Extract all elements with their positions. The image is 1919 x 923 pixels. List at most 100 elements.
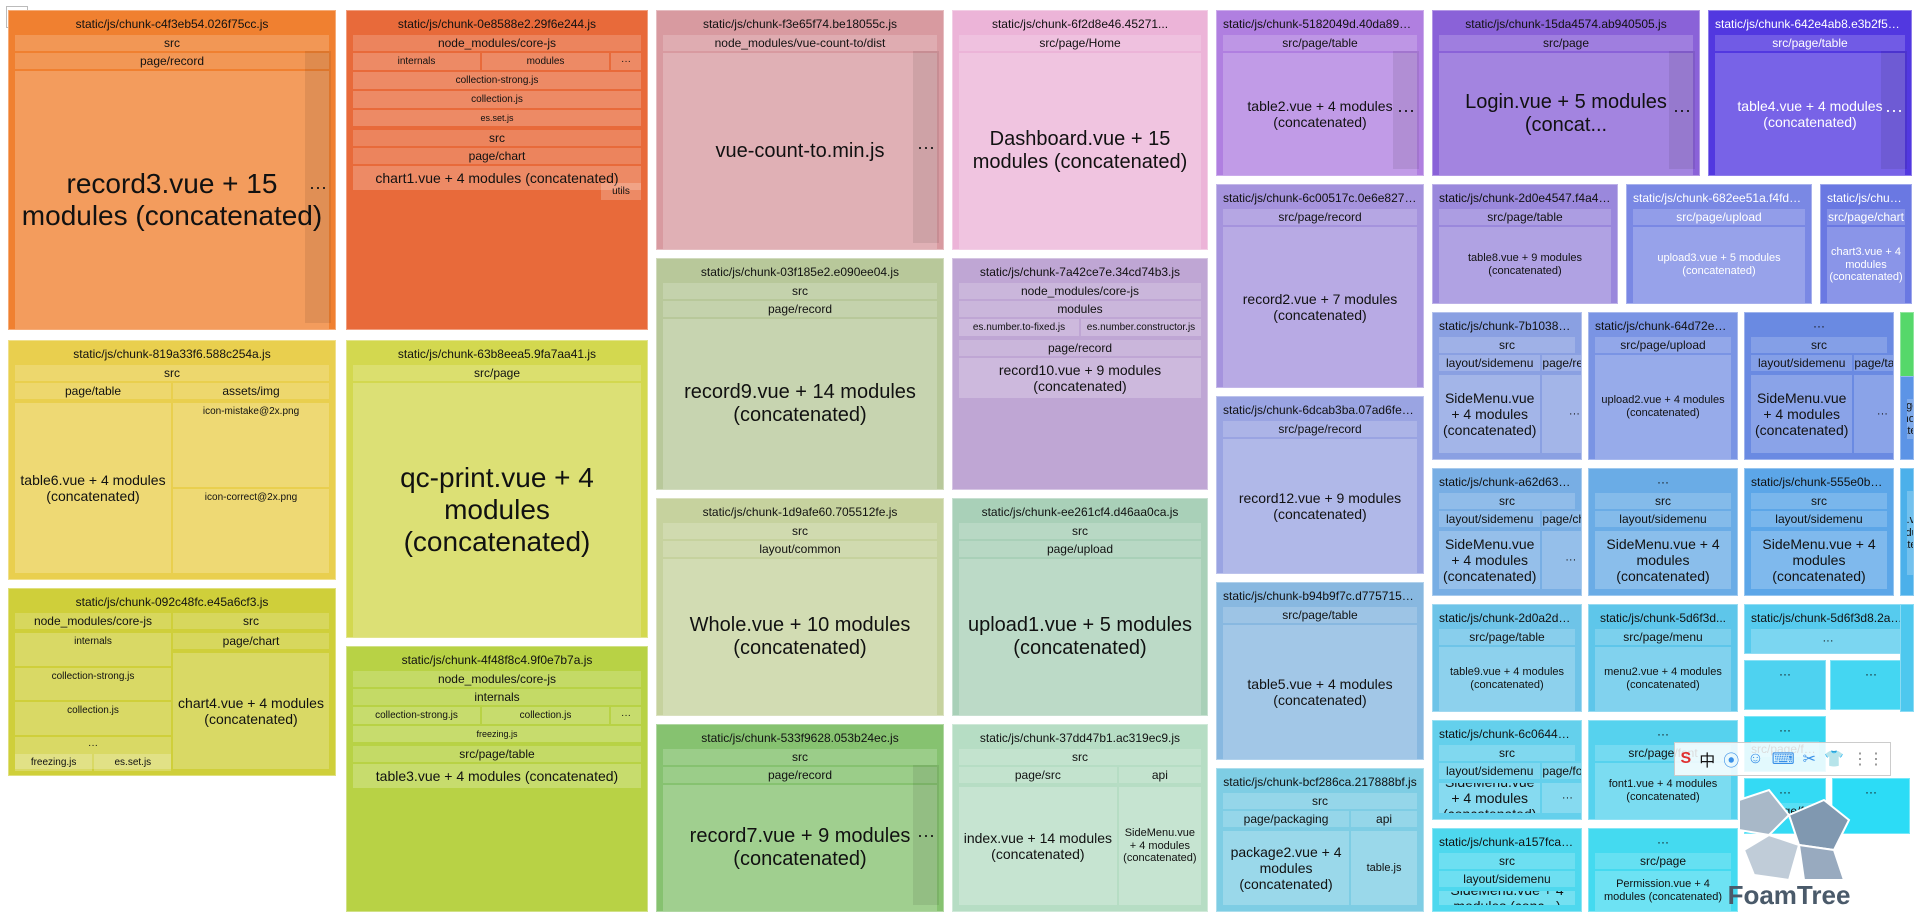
chunk-title: static/js/chunk-6c0644ac.4bef8986.js <box>1439 725 1575 745</box>
treemap-cell[interactable]: static/js/chunk-0e8588e2.29f6e244.jsnode… <box>346 10 648 330</box>
treemap-cell[interactable]: static/js/chunk-533f9628.053b24ec.jssrcp… <box>656 724 944 912</box>
more-icon[interactable]: ··· <box>611 707 641 724</box>
treemap-cell[interactable]: static/js/chunk-5182049d.40da89cc.jssrc/… <box>1216 10 1424 176</box>
treemap-cell[interactable]: ···srclayout/sidemenuSideMenu.vue + 4 mo… <box>1744 312 1894 460</box>
path-segment: node_modules/core-js <box>353 671 641 687</box>
treemap-cell[interactable]: static/js/chunk-a62d63d6.c0973287.jssrcl… <box>1432 468 1582 596</box>
treemap-cell[interactable]: static/js/chunk-03f185e2.e090ee04.jssrcp… <box>656 258 944 490</box>
more-icon[interactable]: ··· <box>1393 51 1419 169</box>
path-segment: src <box>15 35 329 51</box>
path-segment: src <box>1439 745 1575 761</box>
chunk-title: static/js/chunk-a157fca2.aa242067.js <box>1439 833 1575 853</box>
treemap-cell[interactable]: static/js/chunk-7b1038ad.2d76afc8.jssrcl… <box>1432 312 1582 460</box>
module-name: collection.js <box>353 91 641 108</box>
module-main: table2.vue + 4 modules (concatenated) <box>1223 53 1417 175</box>
module-main: table5.vue + 4 modules (concatenated) <box>1223 625 1417 759</box>
treemap-cell[interactable]: static/js/chunk-63b8eea5.9fa7aa41.jssrc/… <box>346 340 648 638</box>
chunk-title: static/js/chunk-6f2d8e46.45271... <box>959 15 1201 35</box>
more-icon[interactable]: ··· <box>1669 51 1695 169</box>
path-segment: src <box>1595 493 1731 509</box>
path-segment: page/chart <box>1542 511 1582 527</box>
treemap-cell[interactable]: ···srclayout/sidemenuSideMenu.vue + 4 mo… <box>1588 468 1738 596</box>
treemap-cell[interactable]: static/js/chunk-555e0b7a.aa1cf167.jssrcl… <box>1744 468 1894 596</box>
path-segment: src/page/menu <box>1595 629 1731 645</box>
treemap-cell[interactable]: src/page/packagingpackage1.vue + 4 modul… <box>1900 376 1914 460</box>
treemap-cell[interactable]: static/js/chunk-bcf286ca.217888bf.jssrcp… <box>1216 768 1424 912</box>
chunk-title: ··· <box>1837 665 1905 685</box>
chunk-title: static/js/chunk-37dd47b1.ac319ec9.js <box>959 729 1201 749</box>
treemap-cell[interactable]: static/js/chunk-f3e65f74.be18055c.jsnode… <box>656 10 944 250</box>
treemap-cell[interactable]: static/js/chunk-a157fca2.aa242067.jssrcl… <box>1432 828 1582 912</box>
treemap-cell[interactable]: static/js/chunk-819a33f6.588c254a.jssrcp… <box>8 340 336 580</box>
treemap-cell[interactable]: static/js/chunk-c4f3eb54.026f75cc.jssrcp… <box>8 10 336 330</box>
path-segment: layout/sidemenu <box>1439 871 1575 887</box>
chunk-title: static/js/chunk-642e4ab8.e3b2f507.js <box>1715 15 1905 35</box>
treemap-cell[interactable]: static/js/chunk-2d0e4547.f4a4f0f8.jssrc/… <box>1432 184 1618 304</box>
treemap-cell[interactable]: static/js/chunk-5d6f3d...src/page/menume… <box>1588 604 1738 712</box>
module-main: chart4.vue + 4 modules (concatenated) <box>173 653 329 769</box>
module-main: menu2.vue + 4 modules (concatenated) <box>1595 647 1731 711</box>
path-segment: page/record <box>959 340 1201 356</box>
treemap-cell[interactable]: static/js/chunk-6c00517c.0e6e8274.jssrc/… <box>1216 184 1424 388</box>
path-segment: node_modules/vue-count-to/dist <box>663 35 937 51</box>
treemap-cell[interactable]: static/js/chunk-64d72e15.35184cce.jssrc/… <box>1588 312 1738 460</box>
treemap-cell[interactable]: static/js/chunk-ee261cf4.d46aa0ca.jssrcp… <box>952 498 1208 716</box>
treemap-cell[interactable]: static/js/chunk-5d6f3d8.2aa6c8e.js··· <box>1744 604 1912 654</box>
module-main: upload3.vue + 5 modules (concatenated) <box>1633 227 1805 303</box>
treemap-cell[interactable]: static/js/chunk-2d22146f.064dee2e.jssrc/… <box>1820 184 1912 304</box>
path-segment: src/page/table <box>1439 209 1611 225</box>
path-segment: page/record <box>15 53 329 69</box>
path-segment: src/page/table <box>1223 607 1417 623</box>
chunk-title: static/js/chunk-819a33f6.588c254a.js <box>15 345 329 365</box>
treemap-cell[interactable]: static/js/chunk-1d9afe60.705512fe.jssrcl… <box>656 498 944 716</box>
module-main: table4.vue + 4 modules (concatenated) <box>1715 53 1905 175</box>
chunk-title: static/js/chunk-0e8588e2.29f6e244.js <box>353 15 641 35</box>
module-main: vue-count-to.min.js <box>663 53 937 249</box>
path-segment: internals <box>353 689 641 705</box>
foamtree-logo-text: FoamTree <box>1728 880 1851 911</box>
treemap-cell[interactable]: static/js/chunk-b94b9f7c.d7757159.jssrc/… <box>1216 582 1424 760</box>
treemap-cell[interactable]: static/js/chunk-74b53b35.a5a8687f.js <box>1900 604 1914 712</box>
treemap-cell[interactable]: static/js/chunk-682ee51a.f4fd3276.jssrc/… <box>1626 184 1812 304</box>
treemap-cell[interactable]: static/js/chunk-6c0644ac.4bef8986.jssrcl… <box>1432 720 1582 820</box>
treemap-cell[interactable]: static/js/chunk-15da4574.ab940505.jssrc/… <box>1432 10 1700 176</box>
treemap-cell[interactable]: static/js/chunk-642e4ab8.e3b2f507.jssrc/… <box>1708 10 1912 176</box>
path-segment: page/src <box>959 767 1117 783</box>
chunk-title: static/js/chunk-5182049d.40da89cc.js <box>1223 15 1417 35</box>
treemap-cell[interactable]: static/js/chunk-37dd47b1.ac319ec9.jssrcp… <box>952 724 1208 912</box>
more-icon[interactable]: ··· <box>1881 51 1907 169</box>
module-main: chart3.vue + 4 modules (concatenated) <box>1827 227 1905 303</box>
treemap-cell[interactable]: static/js/chunk-7a42ce7e.34cd74b3.jsnode… <box>952 258 1208 490</box>
more-icon[interactable]: ··· <box>305 51 331 323</box>
treemap-cell[interactable]: src/page/chartchart2.vue + 4 modules (co… <box>1900 468 1914 596</box>
module-main: ··· <box>1542 375 1582 453</box>
path-segment: page/table <box>1854 355 1894 371</box>
path-segment: node_modules/core-js <box>959 283 1201 299</box>
treemap-cell[interactable]: static/js/chunk-2d0a2d29.522c3527.jssrc/… <box>1432 604 1582 712</box>
treemap-cell[interactable]: ··· <box>1744 660 1826 710</box>
path-segment: src <box>1751 337 1887 353</box>
chunk-title: static/js/chunk-7b1038ad.2d76afc8.js <box>1439 317 1575 337</box>
module-main: table8.vue + 9 modules (concatenated) <box>1439 227 1611 303</box>
path-segment: page/record <box>1542 355 1582 371</box>
more-icon[interactable]: ··· <box>611 53 641 70</box>
module-name: collection.js <box>15 702 171 735</box>
treemap-cell[interactable]: static/js/chunk-6f2d8e46.45271...src/pag… <box>952 10 1208 250</box>
more-icon[interactable]: ··· <box>913 51 939 243</box>
treemap-cell[interactable]: static/js/chunk-4f48f8c4.9f0e7b7a.jsnode… <box>346 646 648 912</box>
module-main: package2.vue + 4 modules (concatenated) <box>1223 831 1349 905</box>
path-segment: assets/img <box>173 383 329 399</box>
module-name: internals <box>353 53 480 70</box>
treemap-cell[interactable]: static/js/chunk-092c48fc.e45a6cf3.jsnode… <box>8 588 336 776</box>
treemap-cell[interactable]: static/js/chunk-6dcab3ba.07ad6fe3.jssrc/… <box>1216 396 1424 574</box>
module-main: SideMenu.vue + 4 modules (concatenated) <box>1119 787 1201 905</box>
path-segment: page/chart <box>353 148 641 164</box>
more-icon[interactable]: ··· <box>913 765 939 905</box>
module-main: ··· <box>1854 375 1894 453</box>
module-main: record3.vue + 15 modules (concatenated) <box>15 71 329 329</box>
path-segment: api <box>1119 767 1201 783</box>
path-segment: layout/common <box>663 541 937 557</box>
module-main: chart2.vue + 4 modules (concatenated) <box>1907 491 1914 575</box>
module-main: ··· <box>1751 629 1905 653</box>
module-name: collection.js <box>482 707 609 724</box>
